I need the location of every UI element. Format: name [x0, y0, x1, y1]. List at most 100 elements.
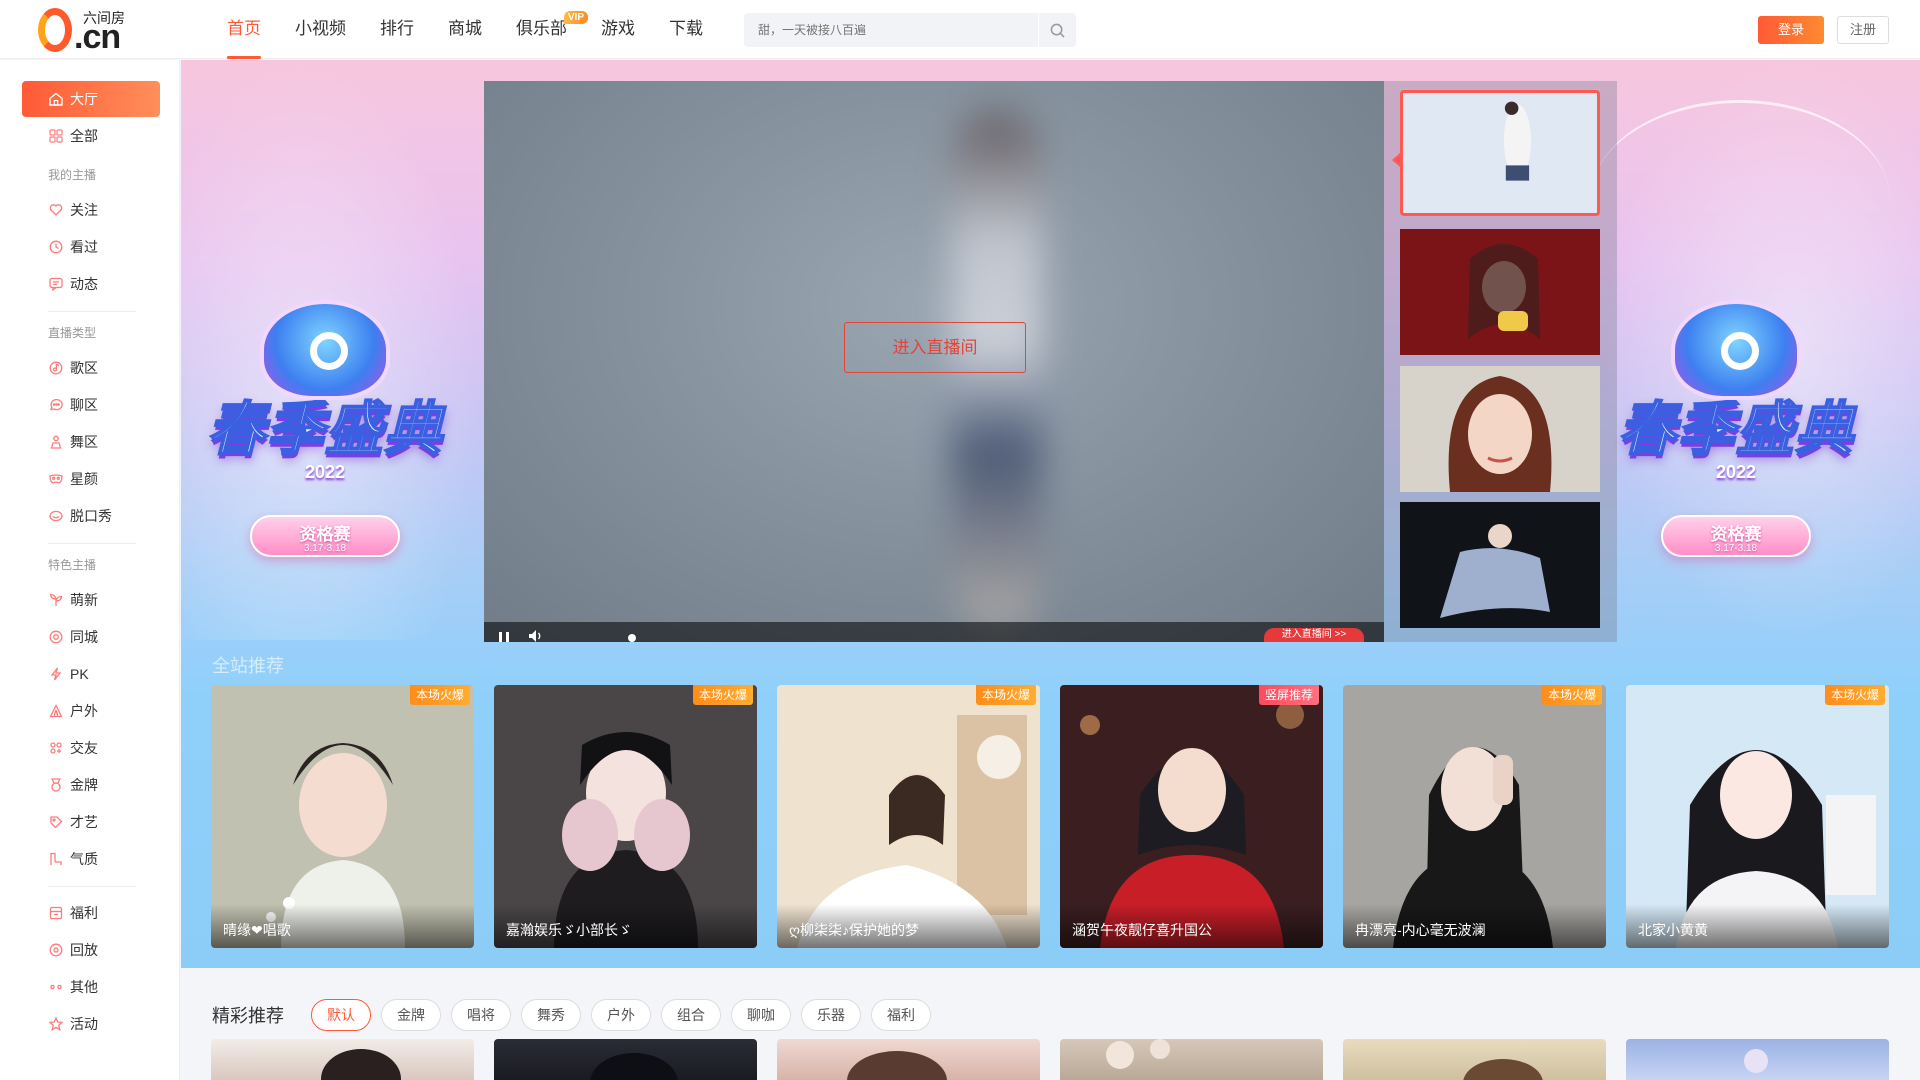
nav-club[interactable]: 俱乐部 VIP — [499, 0, 588, 59]
chat-icon — [48, 398, 63, 413]
recommend-card[interactable] — [1626, 1039, 1889, 1080]
nav-ranking-label: 排行 — [380, 19, 414, 38]
sidebar-item-star-face[interactable]: 星颜 — [22, 461, 160, 497]
six-emblem-icon — [1721, 332, 1759, 370]
event-emblem — [260, 300, 390, 400]
recommend-card[interactable] — [211, 1039, 474, 1080]
sidebar-item-outdoor[interactable]: 户外 — [22, 693, 160, 729]
tab-default[interactable]: 默认 — [311, 999, 371, 1031]
stream-thumbnail[interactable] — [1400, 229, 1600, 355]
stream-thumbnail[interactable] — [1400, 90, 1600, 216]
nav-mall-label: 商城 — [448, 19, 482, 38]
sidebar-item-label: 看过 — [70, 239, 98, 255]
sidebar-item-follow[interactable]: 关注 — [22, 192, 160, 228]
event-stage-pill: 资格赛 3.17-3.18 — [1661, 515, 1811, 557]
sidebar-item-feed[interactable]: 动态 — [22, 266, 160, 302]
sidebar-item-local[interactable]: 同城 — [22, 619, 160, 655]
card-tag: 本场火爆 — [692, 685, 753, 705]
sidebar-item-pk[interactable]: PK — [22, 656, 160, 692]
tab-dance[interactable]: 舞秀 — [521, 999, 581, 1031]
sidebar-item-song[interactable]: 歌区 — [22, 350, 160, 386]
sidebar-item-chat[interactable]: 聊区 — [22, 387, 160, 423]
login-button[interactable]: 登录 — [1758, 16, 1824, 44]
site-logo[interactable]: 六间房 .cn — [38, 8, 138, 56]
thumbnail-image — [1400, 366, 1600, 492]
recommend-card[interactable] — [1060, 1039, 1323, 1080]
sidebar-item-talk-show[interactable]: 脱口秀 — [22, 498, 160, 534]
volume-icon[interactable] — [528, 630, 544, 642]
more-icon — [48, 980, 63, 995]
register-button[interactable]: 注册 — [1837, 16, 1889, 44]
logo-six-mark — [38, 8, 72, 52]
stream-thumbnail[interactable] — [1400, 366, 1600, 492]
nav-home[interactable]: 首页 — [210, 0, 278, 59]
nav-ranking[interactable]: 排行 — [363, 0, 431, 59]
thumbnail-image — [1403, 93, 1597, 213]
nav-mall[interactable]: 商城 — [431, 0, 499, 59]
event-stage: 资格赛 — [299, 525, 351, 544]
sidebar-item-replay[interactable]: 回放 — [22, 932, 160, 968]
nav-games-label: 游戏 — [601, 19, 635, 38]
tab-gold[interactable]: 金牌 — [381, 999, 441, 1031]
sidebar-item-label: 活动 — [70, 1016, 98, 1032]
sidebar-item-newbie[interactable]: 萌新 — [22, 582, 160, 618]
recommend-card[interactable] — [777, 1039, 1040, 1080]
recommend-card[interactable] — [1343, 1039, 1606, 1080]
sidebar-item-dance[interactable]: 舞区 — [22, 424, 160, 460]
sidebar-item-other[interactable]: 其他 — [22, 969, 160, 1005]
sidebar-item-all[interactable]: 全部 — [22, 118, 160, 154]
tab-instrument[interactable]: 乐器 — [801, 999, 861, 1031]
recommend-card[interactable] — [494, 1039, 757, 1080]
featured-card[interactable]: 本场火爆 晴缘❤唱歌 — [211, 685, 474, 948]
thumb-active-indicator — [1392, 153, 1400, 167]
event-badge-left[interactable]: 春季盛典 2022 资格赛 3.17-3.18 — [195, 300, 455, 557]
featured-card[interactable]: 竖屏推荐 涵贺午夜靓仔喜升国公 — [1060, 685, 1323, 948]
featured-card[interactable]: 本场火爆 北家小黄黄 — [1626, 685, 1889, 948]
nav-club-label: 俱乐部 — [516, 19, 567, 38]
group-label-type: 直播类型 — [48, 326, 97, 340]
stream-thumbnail[interactable] — [1400, 502, 1600, 628]
card-tag: 竖屏推荐 — [1258, 685, 1319, 705]
sidebar-item-label: 星颜 — [70, 471, 98, 487]
enter-room-mini-button[interactable]: 进入直播间 >> — [1264, 628, 1364, 642]
nav-short-video[interactable]: 小视频 — [278, 0, 363, 59]
volume-slider[interactable] — [628, 634, 636, 642]
card-thumbnail — [321, 1049, 401, 1080]
tab-outdoor[interactable]: 户外 — [591, 999, 651, 1031]
six-emblem-icon — [310, 332, 348, 370]
card-tag: 本场火爆 — [1824, 685, 1885, 705]
sidebar-item-history[interactable]: 看过 — [22, 229, 160, 265]
live-player[interactable]: 进入直播间 进入直播间 >> — [484, 81, 1384, 642]
nav-download[interactable]: 下载 — [652, 0, 720, 59]
sidebar-item-temperament[interactable]: 气质 — [22, 841, 160, 877]
enter-room-button[interactable]: 进入直播间 — [844, 322, 1026, 373]
event-badge-right[interactable]: 春季盛典 2022 资格赛 3.17-3.18 — [1606, 300, 1866, 557]
clock-icon — [48, 240, 63, 255]
sidebar-item-friends[interactable]: 交友 — [22, 730, 160, 766]
sidebar-item-gold[interactable]: 金牌 — [22, 767, 160, 803]
logo-domain: .cn — [74, 18, 121, 56]
tab-group[interactable]: 组合 — [661, 999, 721, 1031]
nav-games[interactable]: 游戏 — [584, 0, 652, 59]
sidebar-item-label: 动态 — [70, 276, 98, 292]
card-name: 晴缘❤唱歌 — [211, 904, 474, 948]
featured-card[interactable]: 本场火爆 嘉瀚娱乐ゞ小部长ゞ — [494, 685, 757, 948]
tab-singer[interactable]: 唱将 — [451, 999, 511, 1031]
nav-download-label: 下载 — [669, 19, 703, 38]
featured-card[interactable]: 本场火爆 ღ柳柒柒♪保护她的梦 — [777, 685, 1040, 948]
tab-chat[interactable]: 聊咖 — [731, 999, 791, 1031]
tab-welfare[interactable]: 福利 — [871, 999, 931, 1031]
search-button[interactable] — [1038, 13, 1076, 47]
search-input[interactable] — [744, 13, 1038, 47]
event-dates: 3.17-3.18 — [303, 543, 347, 554]
sidebar: 大厅 全部 我的主播 关注 看过 动态 直播类型 歌区 聊区 舞区 星颜 脱口秀… — [0, 60, 180, 1080]
featured-card[interactable]: 本场火爆 冉漂亮-内心毫无波澜 — [1343, 685, 1606, 948]
featured-title: 全站推荐 — [212, 656, 284, 676]
sidebar-item-events[interactable]: 活动 — [22, 1006, 160, 1042]
pause-icon[interactable] — [498, 632, 512, 642]
sidebar-item-welfare[interactable]: 福利 — [22, 895, 160, 931]
sidebar-item-hall[interactable]: 大厅 — [22, 81, 160, 117]
sidebar-item-talent[interactable]: 才艺 — [22, 804, 160, 840]
sidebar-item-label: 歌区 — [70, 360, 98, 376]
group-label-my: 我的主播 — [48, 168, 97, 182]
